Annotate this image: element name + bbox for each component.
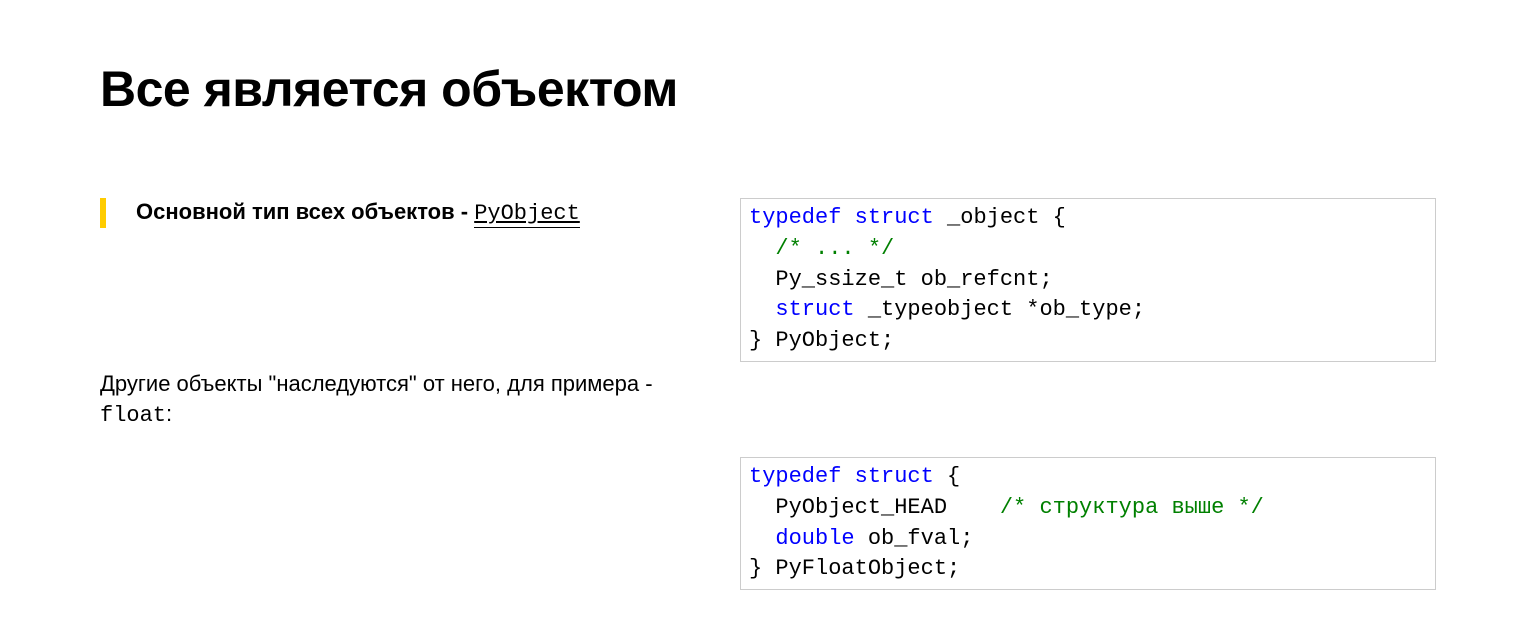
right-column: typedef struct _object { /* ... */ Py_ss… [740, 198, 1436, 590]
para-suffix: : [166, 401, 172, 426]
code-block-pyfloat: typedef struct { PyObject_HEAD /* структ… [740, 457, 1436, 590]
inheritance-paragraph: Другие объекты "наследуются" от него, дл… [100, 369, 670, 433]
left-column: Основной тип всех объектов - PyObject Др… [100, 198, 670, 590]
main-callout: Основной тип всех объектов - PyObject [100, 198, 670, 229]
callout-text: Основной тип всех объектов - PyObject [136, 198, 580, 229]
float-mono: float [100, 403, 166, 428]
page-title: Все является объектом [100, 60, 1436, 118]
para-prefix: Другие объекты "наследуются" от него, дл… [100, 371, 653, 396]
callout-accent-bar [100, 198, 106, 228]
pyobject-link[interactable]: PyObject [474, 201, 580, 228]
code-block-pyobject: typedef struct _object { /* ... */ Py_ss… [740, 198, 1436, 362]
callout-prefix: Основной тип всех объектов - [136, 199, 474, 224]
content-area: Основной тип всех объектов - PyObject Др… [100, 198, 1436, 590]
